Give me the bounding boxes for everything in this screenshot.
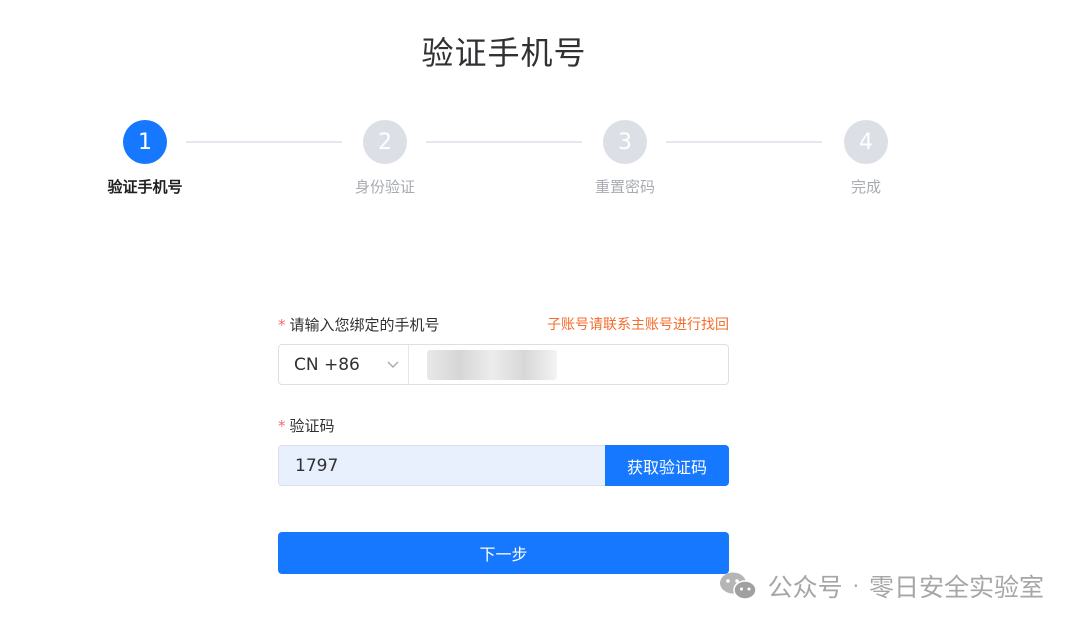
wechat-icon <box>718 571 758 601</box>
code-label-text: 验证码 <box>289 416 335 435</box>
subaccount-recover-link[interactable]: 子账号请联系主账号进行找回 <box>547 314 729 334</box>
redacted-phone-number <box>427 349 557 380</box>
country-code-value: CN +86 <box>294 354 360 375</box>
step-1: 1 验证手机号 <box>75 120 215 197</box>
code-label: * 验证码 <box>278 415 335 436</box>
step-label: 身份验证 <box>354 178 415 196</box>
step-circle: 4 <box>844 120 888 164</box>
watermark-name: 零日安全实验室 <box>868 573 1044 602</box>
step-label: 验证手机号 <box>107 178 183 196</box>
verification-code-input[interactable]: 1797 <box>278 445 605 486</box>
code-label-row: * 验证码 <box>278 413 729 437</box>
steps-bar: 1 验证手机号 2 身份验证 3 重置密码 4 完成 <box>0 120 1080 200</box>
page-title: 验证手机号 <box>421 34 587 72</box>
verify-form: * 请输入您绑定的手机号 子账号请联系主账号进行找回 CN +86 * 验证码 17… <box>278 312 729 574</box>
watermark-separator: · <box>852 574 859 598</box>
step-3: 3 重置密码 <box>555 120 695 197</box>
chevron-down-icon <box>378 358 408 372</box>
step-circle: 2 <box>363 120 407 164</box>
step-4: 4 完成 <box>796 120 936 197</box>
code-field-group: 1797 获取验证码 <box>278 445 729 486</box>
country-code-select[interactable]: CN +86 <box>279 345 409 384</box>
watermark-source: 公众号 <box>767 573 843 602</box>
step-circle: 3 <box>603 120 647 164</box>
phone-number-input[interactable] <box>409 345 728 384</box>
step-label: 重置密码 <box>594 178 655 196</box>
step-2: 2 身份验证 <box>315 120 455 197</box>
required-mark: * <box>278 315 286 334</box>
watermark: 公众号 · 零日安全实验室 <box>718 566 1044 606</box>
phone-label-text: 请输入您绑定的手机号 <box>289 315 440 334</box>
phone-field-group: CN +86 <box>278 344 729 385</box>
phone-label: * 请输入您绑定的手机号 <box>278 314 440 335</box>
phone-label-row: * 请输入您绑定的手机号 子账号请联系主账号进行找回 <box>278 312 729 336</box>
get-code-button[interactable]: 获取验证码 <box>605 445 729 486</box>
next-step-button[interactable]: 下一步 <box>278 532 729 574</box>
step-circle: 1 <box>123 120 167 164</box>
required-mark: * <box>278 416 286 435</box>
step-label: 完成 <box>850 178 881 196</box>
